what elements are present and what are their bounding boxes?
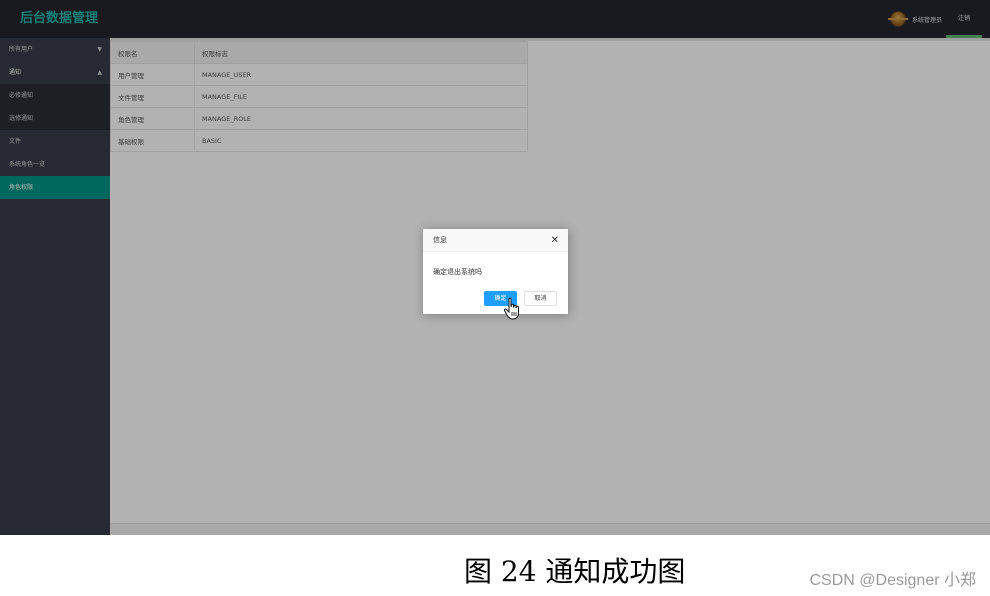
screen: 后台数据管理 系统管理员 注销 所有用户 ▼ 通知 ▲ 必修通知 选修通知 文件… <box>0 0 990 535</box>
dialog-title: 信息 <box>433 236 447 244</box>
hand-cursor-icon <box>503 297 519 320</box>
close-icon[interactable]: ✕ <box>551 229 559 252</box>
watermark: CSDN @Designer 小郑 <box>809 572 976 589</box>
dialog-titlebar[interactable]: 信息 ✕ <box>423 229 568 252</box>
dialog-message: 确定退出系统吗 <box>433 268 482 276</box>
logout-confirm-dialog: 信息 ✕ 确定退出系统吗 确定 取消 <box>423 229 568 314</box>
cancel-button[interactable]: 取消 <box>524 291 557 306</box>
figure-caption: 图 24 通知成功图 <box>464 555 686 588</box>
